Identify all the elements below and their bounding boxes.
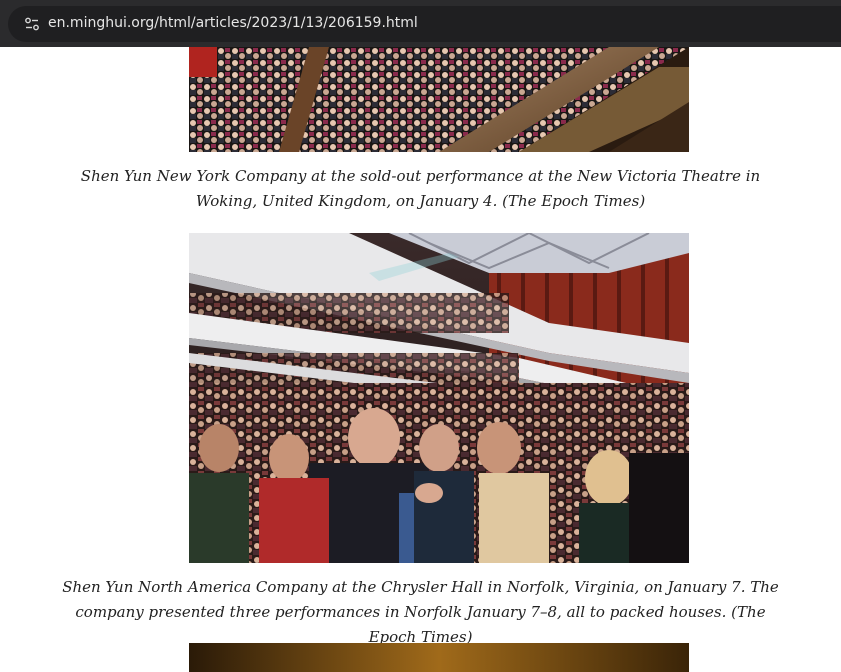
caption-credit: (The Epoch Times): [502, 192, 646, 210]
photo-caption: Shen Yun New York Company at the sold-ou…: [50, 164, 791, 214]
address-bar[interactable]: en.minghui.org/html/articles/2023/1/13/2…: [8, 6, 841, 42]
browser-toolbar: en.minghui.org/html/articles/2023/1/13/2…: [0, 0, 841, 47]
url-text[interactable]: en.minghui.org/html/articles/2023/1/13/2…: [48, 15, 418, 31]
site-settings-icon[interactable]: [22, 14, 42, 34]
caption-text: Shen Yun North America Company at the Ch…: [62, 578, 779, 621]
stage-photo-partially-visible: [189, 643, 689, 672]
photo-caption: Shen Yun North America Company at the Ch…: [50, 575, 791, 650]
caption-text: Shen Yun New York Company at the sold-ou…: [80, 167, 761, 210]
theatre-audience-orchestra-pit-photo: [189, 47, 689, 152]
concert-hall-applauding-audience-photo: [189, 233, 689, 563]
